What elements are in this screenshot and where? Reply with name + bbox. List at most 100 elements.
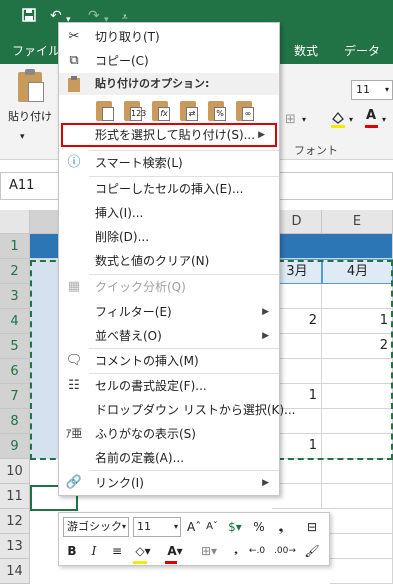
- quick-analysis-icon: ▦: [67, 279, 81, 294]
- menu-label: 名前の定義(A)...: [95, 451, 185, 465]
- decrease-decimal-icon[interactable]: .00→: [273, 542, 297, 560]
- tab-file[interactable]: ファイル: [12, 42, 60, 59]
- menu-item-filter[interactable]: フィルター(E) ▶: [59, 300, 279, 324]
- info-icon: ⓘ: [67, 155, 81, 170]
- cell-e8[interactable]: [322, 409, 393, 434]
- menu-label: ふりがなの表示(S): [95, 427, 196, 441]
- decrease-font-icon[interactable]: Aˇ: [205, 518, 219, 536]
- row-header-10[interactable]: 10: [0, 459, 30, 484]
- cell-e12[interactable]: [330, 509, 393, 534]
- align-center-icon[interactable]: ≡: [109, 542, 125, 560]
- italic-icon[interactable]: I: [87, 542, 101, 560]
- font-color-bar: [165, 561, 177, 564]
- paste-option-values[interactable]: 123: [121, 99, 146, 125]
- cell-e7[interactable]: [322, 384, 393, 409]
- cell-e3[interactable]: [322, 284, 393, 309]
- menu-item-define-name[interactable]: 名前の定義(A)...: [59, 446, 279, 470]
- paste-options-header: 貼り付けのオプション:: [59, 73, 279, 95]
- cell-e6[interactable]: [322, 359, 393, 384]
- mini-size-select[interactable]: 11 ▾: [133, 517, 181, 537]
- bold-icon[interactable]: B: [65, 542, 79, 560]
- cell-e2[interactable]: 4月: [322, 259, 393, 284]
- increase-decimal-icon[interactable]: ←.0: [245, 542, 269, 560]
- ribbon-font-size[interactable]: 11 ▾: [351, 80, 393, 100]
- row-header-12[interactable]: 12: [0, 509, 30, 534]
- tab-data[interactable]: データ: [344, 42, 380, 59]
- font-color-icon[interactable]: A▾: [163, 542, 187, 560]
- row-header-7[interactable]: 7: [0, 384, 30, 409]
- percent-icon[interactable]: %: [251, 518, 267, 536]
- menu-item-smart-lookup[interactable]: ⓘ スマート検索(L): [59, 151, 279, 175]
- row-header-8[interactable]: 8: [0, 409, 30, 434]
- menu-label: 挿入(I)...: [95, 206, 144, 220]
- menu-item-link[interactable]: 🔗 リンク(I) ▶: [59, 471, 279, 495]
- row-header-11[interactable]: 11: [0, 484, 30, 509]
- border-dropdown-icon[interactable]: ▾: [302, 115, 306, 124]
- menu-item-pick-from-list[interactable]: ドロップダウン リストから選択(K)...: [59, 398, 296, 422]
- menu-label: フィルター(E): [95, 305, 172, 319]
- menu-item-paste-special[interactable]: 形式を選択して貼り付け(S)... ▶: [61, 123, 277, 147]
- row-header-2[interactable]: 2: [0, 259, 30, 284]
- font-color-dropdown-icon[interactable]: ▾: [382, 115, 386, 124]
- border-icon[interactable]: ⊞▾: [197, 542, 221, 560]
- tab-formulas[interactable]: 数式: [294, 42, 318, 59]
- scissors-icon: ✂: [68, 29, 80, 44]
- cell-e14[interactable]: [330, 559, 393, 584]
- number-format-icon[interactable]: $▾: [223, 518, 247, 536]
- menu-item-insert-comment[interactable]: 🗨 コメントの挿入(M): [59, 349, 279, 373]
- fill-color-icon[interactable]: [330, 110, 346, 132]
- formula-icon: fx: [158, 107, 170, 121]
- row-header-9[interactable]: 9: [0, 434, 30, 459]
- menu-item-show-phonetic[interactable]: ｱ亜 ふりがなの表示(S): [59, 422, 279, 446]
- percent-icon: %: [214, 107, 226, 121]
- cell-e10[interactable]: [322, 459, 393, 484]
- row-header-14[interactable]: 14: [0, 559, 30, 584]
- increase-font-icon[interactable]: Aˆ: [187, 518, 201, 536]
- fill-color-icon[interactable]: ◇▾: [131, 542, 155, 560]
- fill-color-dropdown-icon[interactable]: ▾: [349, 115, 353, 124]
- cell-e4[interactable]: 1: [322, 309, 393, 334]
- menu-label: 削除(D)...: [95, 230, 150, 244]
- select-all-corner[interactable]: [0, 210, 30, 234]
- copy-icon: ⧉: [69, 53, 79, 68]
- paste-option-paste[interactable]: [93, 99, 117, 125]
- row-header-6[interactable]: 6: [0, 359, 30, 384]
- cell-e13[interactable]: [330, 534, 393, 559]
- menu-item-delete[interactable]: 削除(D)...: [59, 225, 279, 249]
- paste-dropdown-icon[interactable]: ▾: [20, 132, 25, 142]
- menu-item-copy[interactable]: ⧉ コピー(C): [59, 49, 279, 73]
- menu-item-insert[interactable]: 挿入(I)...: [59, 201, 279, 225]
- cell-e5[interactable]: 2: [322, 334, 393, 359]
- column-header-e[interactable]: E: [322, 210, 393, 234]
- merge-center-icon[interactable]: ⊟: [303, 518, 321, 536]
- name-box[interactable]: A11: [0, 172, 60, 200]
- row-header-13[interactable]: 13: [0, 534, 30, 559]
- menu-item-clear-contents[interactable]: 数式と値のクリア(N): [59, 249, 279, 273]
- row-header-3[interactable]: 3: [0, 284, 30, 309]
- menu-item-format-cells[interactable]: ☷ セルの書式設定(F)...: [59, 374, 279, 398]
- format-cells-icon: ☷: [68, 378, 80, 393]
- submenu-arrow-icon: ▶: [258, 130, 265, 140]
- menu-item-insert-copied[interactable]: コピーしたセルの挿入(E)...: [59, 177, 279, 201]
- paste-button[interactable]: 貼り付け: [6, 69, 54, 136]
- paste-option-transpose[interactable]: ⇄: [177, 99, 201, 125]
- paste-option-formulas[interactable]: fx: [149, 99, 173, 125]
- font-color-icon[interactable]: A: [366, 108, 376, 123]
- comma-style-icon[interactable]: ❟: [271, 518, 291, 536]
- save-icon[interactable]: [22, 8, 36, 26]
- row-header-5[interactable]: 5: [0, 334, 30, 359]
- menu-item-sort[interactable]: 並べ替え(O) ▶: [59, 324, 279, 348]
- row-header-1[interactable]: 1: [0, 234, 30, 259]
- menu-item-cut[interactable]: ✂ 切り取り(T): [59, 25, 279, 49]
- fill-color-bar: [133, 561, 147, 564]
- cell-e9[interactable]: [322, 434, 393, 459]
- comma-style-small-icon[interactable]: ❟: [229, 542, 243, 560]
- mini-font-select[interactable]: 游ゴシック ▾: [63, 517, 129, 537]
- border-icon[interactable]: ⊞: [285, 112, 296, 127]
- font-color-bar: [365, 125, 378, 128]
- paste-option-formatting[interactable]: %: [205, 99, 229, 125]
- paste-option-link[interactable]: ∞: [233, 99, 257, 125]
- cell-e11[interactable]: [322, 484, 393, 509]
- format-painter-icon[interactable]: 🖌: [303, 542, 321, 560]
- row-header-4[interactable]: 4: [0, 309, 30, 334]
